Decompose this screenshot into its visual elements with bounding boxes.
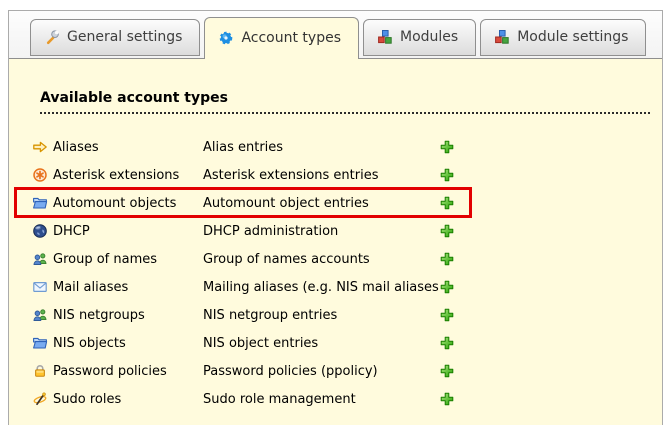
account-type-row: Password policiesPassword policies (ppol…: [9, 357, 662, 385]
account-type-description: Password policies (ppolicy): [203, 364, 439, 379]
account-type-row: Sudo rolesSudo role management: [9, 385, 662, 413]
folder-icon: [32, 335, 48, 351]
add-account-type-button[interactable]: [439, 335, 455, 351]
account-type-row: Mail aliasesMailing aliases (e.g. NIS ma…: [9, 273, 662, 301]
account-type-row: NIS netgroupsNIS netgroup entries: [9, 301, 662, 329]
group-icon: [32, 251, 48, 267]
add-account-type-button[interactable]: [439, 195, 455, 211]
account-type-row: AliasesAlias entries: [9, 133, 662, 161]
account-type-name: Asterisk extensions: [53, 168, 203, 183]
add-account-type-button[interactable]: [439, 279, 455, 295]
account-type-name: Sudo roles: [53, 392, 203, 407]
tab-label: Account types: [241, 30, 341, 46]
account-type-description: Alias entries: [203, 140, 439, 155]
account-type-name: NIS netgroups: [53, 308, 203, 323]
plus-icon: [439, 307, 455, 323]
panel-heading: Available account types: [40, 90, 650, 114]
wand-icon: [32, 391, 48, 407]
settings-window: General settings Account types Modules Modu…: [8, 10, 663, 425]
tab-label: Module settings: [517, 29, 628, 45]
modules-icon: [494, 29, 510, 45]
account-type-description: Asterisk extensions entries: [203, 168, 439, 183]
tab-label: Modules: [400, 29, 458, 45]
plus-icon: [439, 335, 455, 351]
plus-icon: [439, 223, 455, 239]
add-account-type-button[interactable]: [439, 307, 455, 323]
account-type-description: Mailing aliases (e.g. NIS mail aliases): [203, 280, 439, 295]
account-type-row: Asterisk extensionsAsterisk extensions e…: [9, 161, 662, 189]
account-type-name: NIS objects: [53, 336, 203, 351]
account-type-description: Sudo role management: [203, 392, 439, 407]
add-account-type-button[interactable]: [439, 251, 455, 267]
account-type-list: AliasesAlias entriesAsterisk extensionsA…: [9, 133, 662, 413]
folder-icon: [32, 195, 48, 211]
account-type-description: NIS object entries: [203, 336, 439, 351]
wrench-icon: [44, 29, 60, 45]
account-type-description: NIS netgroup entries: [203, 308, 439, 323]
account-type-row: Automount objectsAutomount object entrie…: [9, 189, 662, 217]
modules-icon: [377, 29, 393, 45]
plus-icon: [439, 195, 455, 211]
globe-icon: [32, 223, 48, 239]
plus-icon: [439, 167, 455, 183]
account-type-row: NIS objectsNIS object entries: [9, 329, 662, 357]
account-type-name: DHCP: [53, 224, 203, 239]
account-type-description: Group of names accounts: [203, 252, 439, 267]
plus-icon: [439, 363, 455, 379]
gear-icon: [218, 30, 234, 46]
account-type-row: DHCPDHCP administration: [9, 217, 662, 245]
group-icon: [32, 307, 48, 323]
lock-icon: [32, 363, 48, 379]
tab-modules[interactable]: Modules: [363, 19, 476, 56]
account-type-row: Group of namesGroup of names accounts: [9, 245, 662, 273]
account-type-name: Mail aliases: [53, 280, 203, 295]
account-types-panel: Available account types AliasesAlias ent…: [9, 58, 662, 425]
tab-general-settings[interactable]: General settings: [30, 19, 200, 56]
plus-icon: [439, 391, 455, 407]
plus-icon: [439, 279, 455, 295]
mail-icon: [32, 279, 48, 295]
add-account-type-button[interactable]: [439, 223, 455, 239]
account-type-name: Group of names: [53, 252, 203, 267]
add-account-type-button[interactable]: [439, 391, 455, 407]
tab-module-settings[interactable]: Module settings: [480, 19, 646, 56]
account-type-description: DHCP administration: [203, 224, 439, 239]
tab-label: General settings: [67, 29, 182, 45]
add-account-type-button[interactable]: [439, 139, 455, 155]
account-type-name: Aliases: [53, 140, 203, 155]
asterisk-circle-icon: [32, 167, 48, 183]
add-account-type-button[interactable]: [439, 363, 455, 379]
account-type-description: Automount object entries: [203, 196, 439, 211]
plus-icon: [439, 139, 455, 155]
arrow-right-icon: [32, 139, 48, 155]
account-type-name: Password policies: [53, 364, 203, 379]
tab-account-types[interactable]: Account types: [204, 17, 359, 59]
plus-icon: [439, 251, 455, 267]
add-account-type-button[interactable]: [439, 167, 455, 183]
account-type-name: Automount objects: [53, 196, 203, 211]
tab-bar: General settings Account types Modules Modu…: [9, 11, 662, 58]
